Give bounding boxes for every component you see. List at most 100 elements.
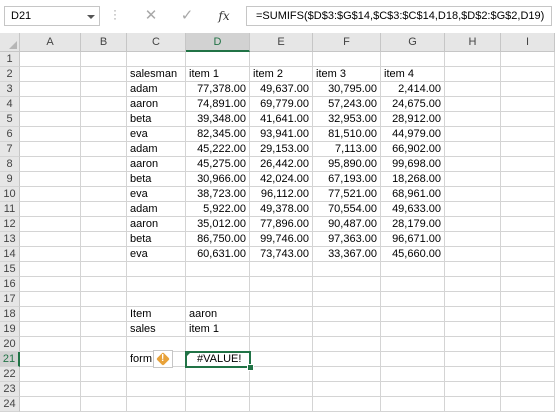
cell-e4[interactable]: 69,779.00	[250, 97, 313, 112]
cell-d10[interactable]: 38,723.00	[186, 187, 250, 202]
cell-c12[interactable]: aaron	[127, 217, 186, 232]
cell-c19[interactable]: sales	[127, 322, 186, 337]
grid-cell[interactable]	[381, 352, 445, 367]
grid-cell[interactable]	[445, 352, 501, 367]
grid-cell[interactable]	[445, 247, 501, 262]
cell-d18[interactable]: aaron	[186, 307, 250, 322]
cell-e7[interactable]: 29,153.00	[250, 142, 313, 157]
grid-cell[interactable]	[445, 67, 501, 82]
grid-cell[interactable]	[445, 217, 501, 232]
cell-d11[interactable]: 5,922.00	[186, 202, 250, 217]
grid-cell[interactable]	[20, 337, 81, 352]
cell-g10[interactable]: 68,961.00	[381, 187, 445, 202]
grid-cell[interactable]	[81, 247, 127, 262]
grid-cell[interactable]	[381, 262, 445, 277]
select-all-button[interactable]	[0, 33, 20, 52]
cell-f13[interactable]: 97,363.00	[313, 232, 381, 247]
grid-cell[interactable]	[445, 262, 501, 277]
cell-f8[interactable]: 95,890.00	[313, 157, 381, 172]
grid-cell[interactable]	[20, 322, 81, 337]
grid-cell[interactable]	[20, 97, 81, 112]
grid-cell[interactable]	[20, 82, 81, 97]
name-box[interactable]: D21	[4, 6, 100, 26]
grid-cell[interactable]	[81, 277, 127, 292]
column-header-b[interactable]: B	[81, 33, 127, 52]
grid-cell[interactable]	[81, 217, 127, 232]
column-header-g[interactable]: G	[381, 33, 445, 52]
grid-cell[interactable]	[81, 352, 127, 367]
grid-cell[interactable]	[445, 367, 501, 382]
grid-cell[interactable]	[186, 262, 250, 277]
grid-cell[interactable]	[20, 352, 81, 367]
grid-cell[interactable]	[313, 277, 381, 292]
cell-g6[interactable]: 44,979.00	[381, 127, 445, 142]
grid-cell[interactable]	[445, 127, 501, 142]
cell-f3[interactable]: 30,795.00	[313, 82, 381, 97]
grid-cell[interactable]	[381, 367, 445, 382]
grid-cell[interactable]	[313, 292, 381, 307]
cell-g14[interactable]: 45,660.00	[381, 247, 445, 262]
cell-e8[interactable]: 26,442.00	[250, 157, 313, 172]
grid-cell[interactable]	[20, 127, 81, 142]
grid-cell[interactable]	[445, 337, 501, 352]
grid-cell[interactable]	[250, 292, 313, 307]
grid-cell[interactable]	[501, 202, 555, 217]
cell-g12[interactable]: 28,179.00	[381, 217, 445, 232]
row-header-9[interactable]: 9	[0, 172, 20, 187]
cell-c8[interactable]: aaron	[127, 157, 186, 172]
cell-d7[interactable]: 45,222.00	[186, 142, 250, 157]
grid-cell[interactable]	[250, 322, 313, 337]
cell-c14[interactable]: eva	[127, 247, 186, 262]
cell-d4[interactable]: 74,891.00	[186, 97, 250, 112]
grid-cell[interactable]	[313, 382, 381, 397]
cell-f14[interactable]: 33,367.00	[313, 247, 381, 262]
row-header-23[interactable]: 23	[0, 382, 20, 397]
grid-cell[interactable]	[20, 202, 81, 217]
row-header-7[interactable]: 7	[0, 142, 20, 157]
grid-cell[interactable]	[501, 232, 555, 247]
grid-cell[interactable]	[81, 67, 127, 82]
grid-cell[interactable]	[20, 112, 81, 127]
row-header-3[interactable]: 3	[0, 82, 20, 97]
row-header-1[interactable]: 1	[0, 52, 20, 67]
active-cell-d21[interactable]: #VALUE!	[185, 351, 251, 368]
grid-cell[interactable]	[501, 262, 555, 277]
grid-cell[interactable]	[186, 397, 250, 412]
grid-cell[interactable]	[445, 142, 501, 157]
row-header-18[interactable]: 18	[0, 307, 20, 322]
grid-cell[interactable]	[445, 307, 501, 322]
grid-cell[interactable]	[81, 397, 127, 412]
grid-cell[interactable]	[313, 337, 381, 352]
grid-cell[interactable]	[20, 142, 81, 157]
grid-cell[interactable]	[501, 292, 555, 307]
cell-e5[interactable]: 41,641.00	[250, 112, 313, 127]
grid-cell[interactable]	[501, 277, 555, 292]
grid-cell[interactable]	[81, 187, 127, 202]
grid-cell[interactable]	[20, 262, 81, 277]
grid-cell[interactable]	[20, 67, 81, 82]
grid-cell[interactable]	[20, 217, 81, 232]
grid-cell[interactable]	[501, 112, 555, 127]
cell-g5[interactable]: 28,912.00	[381, 112, 445, 127]
grid-cell[interactable]	[127, 367, 186, 382]
grid-cell[interactable]	[501, 187, 555, 202]
grid-cell[interactable]	[381, 307, 445, 322]
grid-cell[interactable]	[81, 307, 127, 322]
cell-e12[interactable]: 77,896.00	[250, 217, 313, 232]
grid-cell[interactable]	[81, 232, 127, 247]
grid-cell[interactable]	[81, 142, 127, 157]
grid-cell[interactable]	[313, 397, 381, 412]
grid-cell[interactable]	[20, 292, 81, 307]
grid-cell[interactable]	[250, 352, 313, 367]
cell-f11[interactable]: 70,554.00	[313, 202, 381, 217]
grid-cell[interactable]	[501, 82, 555, 97]
row-header-12[interactable]: 12	[0, 217, 20, 232]
cell-c5[interactable]: beta	[127, 112, 186, 127]
row-header-15[interactable]: 15	[0, 262, 20, 277]
row-header-4[interactable]: 4	[0, 97, 20, 112]
chevron-down-icon[interactable]	[87, 15, 95, 19]
column-header-c[interactable]: C	[127, 33, 186, 52]
grid-cell[interactable]	[381, 337, 445, 352]
grid-cell[interactable]	[445, 97, 501, 112]
grid-cell[interactable]	[127, 397, 186, 412]
